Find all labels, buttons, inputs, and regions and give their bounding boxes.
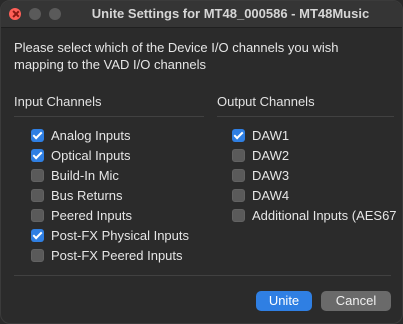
zoom-window-icon[interactable] [49, 8, 61, 20]
cancel-button[interactable]: Cancel [321, 291, 391, 311]
daw3-label: DAW3 [252, 167, 290, 183]
build-in-mic-label: Build-In Mic [51, 167, 119, 183]
unite-button[interactable]: Unite [256, 291, 312, 311]
daw1-checkbox[interactable] [232, 128, 245, 142]
optical-inputs-checkbox[interactable] [31, 148, 44, 162]
daw4-checkbox[interactable] [232, 188, 245, 202]
footer-divider [14, 275, 391, 276]
input-post-fx-peered-inputs-option[interactable]: Post-FX Peered Inputs [31, 246, 183, 264]
optical-inputs-label: Optical Inputs [51, 147, 131, 163]
input-peered-inputs-option[interactable]: Peered Inputs [31, 206, 132, 224]
daw3-checkbox[interactable] [232, 168, 245, 182]
post-fx-peered-inputs-checkbox[interactable] [31, 248, 44, 262]
peered-inputs-label: Peered Inputs [51, 207, 132, 223]
close-window-icon[interactable] [9, 8, 21, 20]
output-daw2-option[interactable]: DAW2 [232, 146, 289, 164]
build-in-mic-checkbox[interactable] [31, 168, 44, 182]
analog-inputs-label: Analog Inputs [51, 127, 131, 143]
output-daw3-option[interactable]: DAW3 [232, 166, 289, 184]
input-channels-heading: Input Channels [14, 94, 102, 109]
post-fx-physical-inputs-label: Post-FX Physical Inputs [51, 227, 189, 243]
bus-returns-label: Bus Returns [51, 187, 123, 203]
peered-inputs-checkbox[interactable] [31, 208, 44, 222]
minimize-window-icon[interactable] [29, 8, 41, 20]
additional-inputs-checkbox[interactable] [232, 208, 245, 222]
bus-returns-checkbox[interactable] [31, 188, 44, 202]
daw2-label: DAW2 [252, 147, 290, 163]
output-channels-divider [217, 116, 394, 117]
post-fx-physical-inputs-checkbox[interactable] [31, 228, 44, 242]
additional-inputs-label: Additional Inputs (AES67 [252, 207, 397, 223]
input-optical-inputs-option[interactable]: Optical Inputs [31, 146, 131, 164]
instruction-line-2: mapping to the VAD I/O channels [14, 57, 206, 72]
input-bus-returns-option[interactable]: Bus Returns [31, 186, 123, 204]
daw1-label: DAW1 [252, 127, 290, 143]
instruction-line-1: Please select which of the Device I/O ch… [14, 40, 339, 55]
input-channels-divider [14, 116, 204, 117]
instruction-text: Please select which of the Device I/O ch… [14, 39, 394, 73]
input-analog-inputs-option[interactable]: Analog Inputs [31, 126, 131, 144]
daw2-checkbox[interactable] [232, 148, 245, 162]
output-additional-inputs-option[interactable]: Additional Inputs (AES67 [232, 206, 397, 224]
title-bar[interactable]: Unite Settings for MT48_000586 - MT48Mus… [1, 1, 402, 28]
output-channels-heading: Output Channels [217, 94, 315, 109]
window-title: Unite Settings for MT48_000586 - MT48Mus… [91, 6, 370, 21]
output-daw4-option[interactable]: DAW4 [232, 186, 289, 204]
settings-dialog: Unite Settings for MT48_000586 - MT48Mus… [0, 0, 403, 324]
daw4-label: DAW4 [252, 187, 290, 203]
post-fx-peered-inputs-label: Post-FX Peered Inputs [51, 247, 183, 263]
input-build-in-mic-option[interactable]: Build-In Mic [31, 166, 119, 184]
output-daw1-option[interactable]: DAW1 [232, 126, 289, 144]
analog-inputs-checkbox[interactable] [31, 128, 44, 142]
input-post-fx-physical-inputs-option[interactable]: Post-FX Physical Inputs [31, 226, 189, 244]
